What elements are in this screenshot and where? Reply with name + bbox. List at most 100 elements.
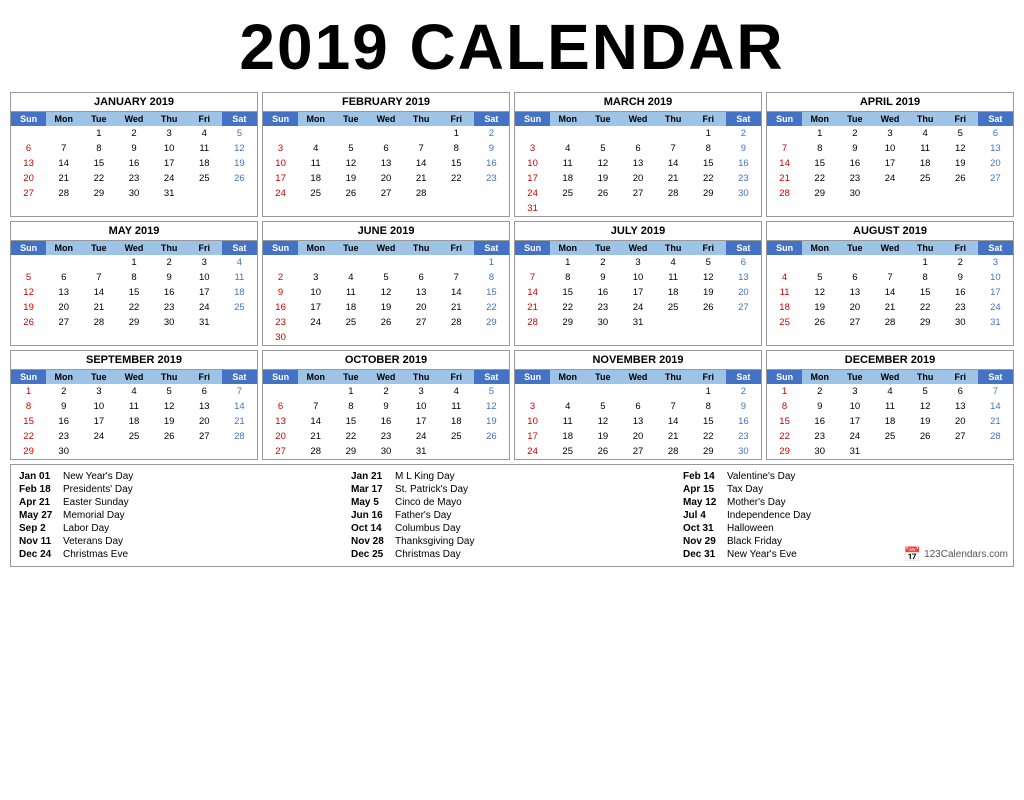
day-cell: 6 xyxy=(263,399,298,414)
day-cell: 7 xyxy=(656,399,691,414)
day-cell: 2 xyxy=(585,255,620,270)
day-cell xyxy=(908,444,943,459)
day-cell: 20 xyxy=(11,171,46,186)
day-cell xyxy=(474,444,509,459)
day-cell: 29 xyxy=(550,315,585,330)
day-cell: 13 xyxy=(368,156,403,171)
day-cell: 19 xyxy=(943,156,978,171)
day-cell xyxy=(872,444,907,459)
day-cell xyxy=(943,186,978,201)
day-cell: 28 xyxy=(222,429,257,444)
day-cell: 27 xyxy=(368,186,403,201)
page-title: 2019 CALENDAR xyxy=(10,10,1014,84)
day-cell xyxy=(152,444,187,459)
day-cell: 25 xyxy=(872,429,907,444)
day-header: Mon xyxy=(550,112,585,126)
day-cell: 20 xyxy=(46,300,81,315)
day-cell xyxy=(187,444,222,459)
holiday-name: Labor Day xyxy=(63,523,109,534)
day-header: Thu xyxy=(152,370,187,384)
day-cell: 9 xyxy=(152,270,187,285)
day-cell: 12 xyxy=(908,399,943,414)
day-cell: 13 xyxy=(46,285,81,300)
day-cell: 12 xyxy=(474,399,509,414)
day-cell: 21 xyxy=(872,300,907,315)
day-cell: 29 xyxy=(81,186,116,201)
day-cell: 10 xyxy=(837,399,872,414)
day-header: Wed xyxy=(116,370,151,384)
month-block: OCTOBER 2019SunMonTueWedThuFriSat1234567… xyxy=(262,350,510,460)
day-cell: 4 xyxy=(333,270,368,285)
day-cell: 7 xyxy=(439,270,474,285)
day-cell: 7 xyxy=(222,384,257,399)
holiday-item: May 27Memorial Day xyxy=(19,510,341,521)
day-cell: 16 xyxy=(474,156,509,171)
month-block: SEPTEMBER 2019SunMonTueWedThuFriSat12345… xyxy=(10,350,258,460)
day-cell: 4 xyxy=(187,126,222,141)
day-cell: 13 xyxy=(726,270,761,285)
holiday-item: Nov 11Veterans Day xyxy=(19,536,341,547)
holiday-date: Apr 21 xyxy=(19,497,57,508)
month-title: SEPTEMBER 2019 xyxy=(11,351,257,370)
holiday-name: Columbus Day xyxy=(395,523,461,534)
day-cell: 15 xyxy=(767,414,802,429)
holiday-item: Feb 14Valentine's Day xyxy=(683,471,1005,482)
day-header: Fri xyxy=(187,112,222,126)
holiday-column: Jan 01New Year's DayFeb 18Presidents' Da… xyxy=(19,471,341,560)
day-cell: 8 xyxy=(908,270,943,285)
day-cell: 15 xyxy=(550,285,585,300)
holiday-date: Jul 4 xyxy=(683,510,721,521)
day-cell xyxy=(222,186,257,201)
day-cell: 8 xyxy=(550,270,585,285)
day-header: Thu xyxy=(404,370,439,384)
day-cell xyxy=(46,255,81,270)
day-cell: 17 xyxy=(81,414,116,429)
day-cell: 8 xyxy=(11,399,46,414)
day-cell: 29 xyxy=(11,444,46,459)
holiday-name: Christmas Day xyxy=(395,549,461,560)
day-cell: 13 xyxy=(978,141,1013,156)
day-cell: 7 xyxy=(81,270,116,285)
day-cell: 27 xyxy=(978,171,1013,186)
day-cell: 7 xyxy=(298,399,333,414)
day-cell: 28 xyxy=(872,315,907,330)
day-cell: 15 xyxy=(439,156,474,171)
month-block: MAY 2019SunMonTueWedThuFriSat12345678910… xyxy=(10,221,258,346)
month-block: FEBRUARY 2019SunMonTueWedThuFriSat123456… xyxy=(262,92,510,217)
day-cell: 10 xyxy=(187,270,222,285)
day-cell: 30 xyxy=(116,186,151,201)
day-cell: 9 xyxy=(368,399,403,414)
day-cell: 2 xyxy=(474,126,509,141)
month-title: DECEMBER 2019 xyxy=(767,351,1013,370)
day-cell: 1 xyxy=(550,255,585,270)
day-cell: 22 xyxy=(691,429,726,444)
holiday-name: Thanksgiving Day xyxy=(395,536,474,547)
day-header: Sat xyxy=(978,241,1013,255)
day-cell: 17 xyxy=(152,156,187,171)
day-cell: 2 xyxy=(46,384,81,399)
day-cell: 4 xyxy=(656,255,691,270)
day-cell: 5 xyxy=(11,270,46,285)
day-header: Wed xyxy=(872,241,907,255)
day-cell: 28 xyxy=(767,186,802,201)
day-cell: 1 xyxy=(11,384,46,399)
day-cell: 11 xyxy=(908,141,943,156)
day-cell: 27 xyxy=(11,186,46,201)
day-header: Fri xyxy=(691,370,726,384)
day-cell: 12 xyxy=(333,156,368,171)
day-cell: 14 xyxy=(872,285,907,300)
day-cell: 10 xyxy=(81,399,116,414)
day-header: Sun xyxy=(767,112,802,126)
day-header: Mon xyxy=(550,241,585,255)
day-cell xyxy=(222,315,257,330)
day-cell: 27 xyxy=(620,444,655,459)
day-cell: 8 xyxy=(81,141,116,156)
day-cell: 20 xyxy=(837,300,872,315)
day-cell: 29 xyxy=(333,444,368,459)
day-cell: 30 xyxy=(368,444,403,459)
day-header: Thu xyxy=(656,370,691,384)
holiday-item: Apr 21Easter Sunday xyxy=(19,497,341,508)
day-cell xyxy=(11,255,46,270)
day-header: Mon xyxy=(298,112,333,126)
day-cell: 15 xyxy=(81,156,116,171)
